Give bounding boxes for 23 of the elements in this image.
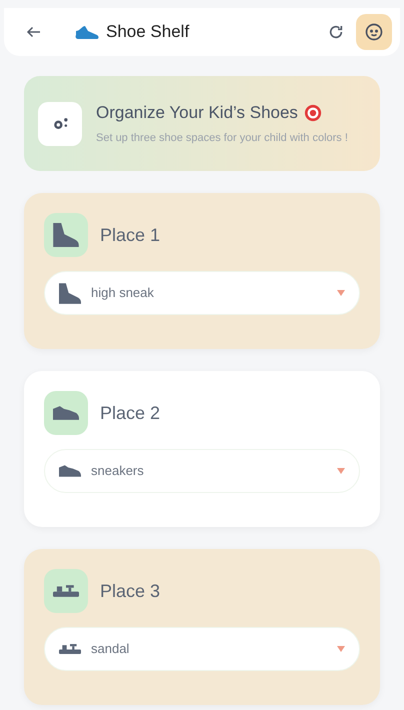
place-title: Place 2 (100, 402, 160, 424)
boot-icon (53, 223, 79, 247)
shoe-dropdown[interactable]: sandal (44, 627, 360, 671)
refresh-icon (328, 24, 344, 40)
running-shoe-icon (74, 23, 100, 41)
caret-icon (337, 290, 345, 296)
sandal-icon (59, 644, 81, 654)
target-icon (304, 104, 322, 122)
shoe-dropdown[interactable]: sneakers (44, 449, 360, 493)
banner-title: Organize Your Kid’s Shoes (96, 102, 298, 124)
shoe-dropdown[interactable]: high sneak (44, 271, 360, 315)
place-title: Place 1 (100, 224, 160, 246)
banner-subtitle: Set up three shoe spaces for your child with colors ! (96, 130, 348, 146)
place-title: Place 3 (100, 580, 160, 602)
profile-button[interactable] (356, 14, 392, 50)
sandal-icon (53, 585, 79, 597)
sneaker-icon (59, 465, 81, 477)
baby-face-icon (364, 22, 384, 42)
sneaker-icon (53, 406, 79, 420)
caret-icon (337, 646, 345, 652)
caret-icon (337, 468, 345, 474)
header-title: Shoe Shelf (106, 21, 190, 44)
boot-icon (59, 282, 81, 304)
